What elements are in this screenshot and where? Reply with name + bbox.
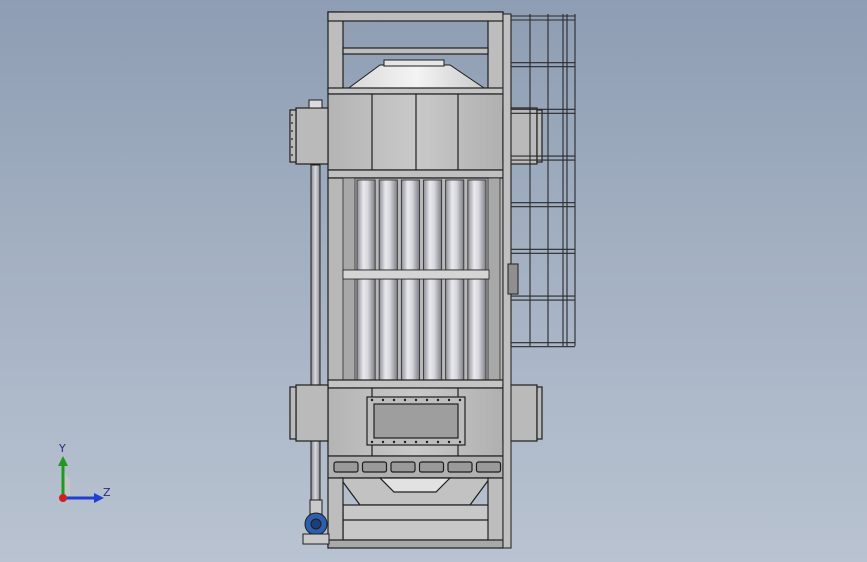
base-slot [333, 461, 359, 473]
upper-module [327, 87, 504, 179]
cad-viewport[interactable]: Y Z [0, 0, 867, 562]
hatch-bolt [414, 440, 418, 444]
hatch-bolt [392, 398, 396, 402]
heat-tube-upper [423, 179, 443, 271]
hatch-bolt [425, 440, 429, 444]
hatch-bolt [392, 440, 396, 444]
hatch-bolt [381, 398, 385, 402]
base-slot [418, 461, 445, 473]
base-hopper [327, 455, 504, 549]
heat-tube-lower [378, 278, 398, 381]
base-slot [361, 461, 388, 473]
z-axis-label: Z [103, 486, 111, 499]
hatch-bolt [458, 440, 462, 444]
heat-tube-lower [467, 278, 487, 381]
tube-bundle [327, 177, 504, 383]
hatch-bolt [425, 398, 429, 402]
top-dome [344, 59, 489, 91]
upper-flange-left [289, 107, 329, 165]
hatch-bolt [403, 440, 407, 444]
heat-tube-upper [467, 179, 487, 271]
hatch-bolt [414, 398, 418, 402]
heat-tube-lower [423, 278, 443, 381]
base-slot [475, 461, 502, 473]
hatch-bolt [381, 440, 385, 444]
hatch-bolt [370, 440, 374, 444]
equipment-model[interactable] [0, 0, 867, 562]
heat-tube-lower [400, 278, 420, 381]
heat-tube-lower [356, 278, 376, 381]
base-slot [447, 461, 473, 473]
heat-tube-upper [378, 179, 398, 271]
hatch-bolt [403, 398, 407, 402]
hatch-bolt [436, 398, 440, 402]
orientation-triad [40, 440, 130, 520]
heat-tube-lower [445, 278, 465, 381]
ladder-cage [502, 13, 576, 549]
heat-tube-upper [400, 179, 420, 271]
lower-flange-left [289, 384, 329, 442]
heat-tube-upper [356, 179, 376, 271]
lower-module [327, 379, 504, 457]
hatch-bolt [458, 398, 462, 402]
base-slot [390, 461, 416, 473]
y-axis-label: Y [59, 442, 66, 455]
pump-motor [302, 499, 330, 545]
hatch-bolt [370, 398, 374, 402]
hatch-bolt [447, 398, 451, 402]
hatch-bolt [447, 440, 451, 444]
heat-tube-upper [445, 179, 465, 271]
hatch-bolt [436, 440, 440, 444]
